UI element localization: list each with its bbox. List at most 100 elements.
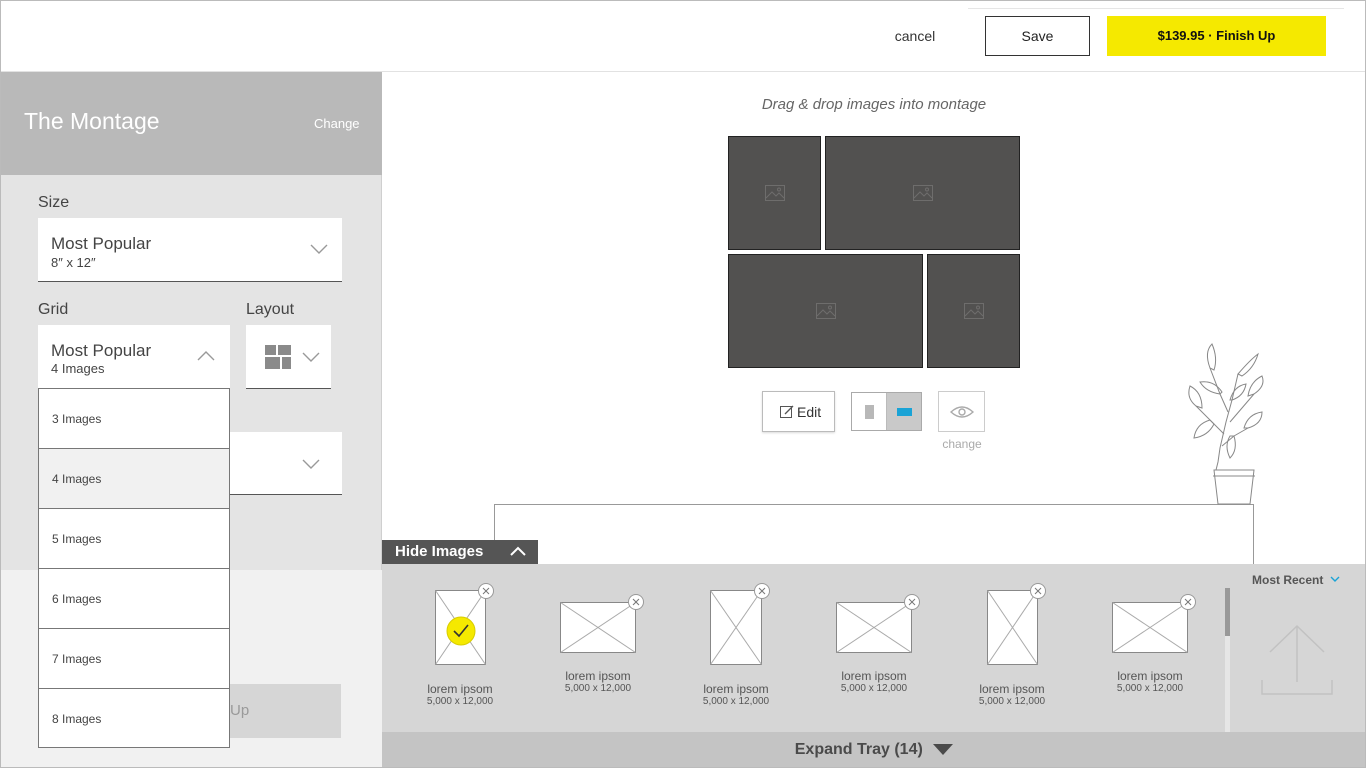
tray-image-name: lorem ipsom (1117, 669, 1183, 683)
divider (968, 8, 1344, 9)
image-placeholder-icon (764, 185, 785, 201)
grid-label: Grid (38, 301, 69, 318)
layout-select[interactable] (246, 325, 331, 389)
tray-image[interactable] (987, 590, 1038, 665)
grid-option[interactable]: 3 Images (38, 388, 230, 448)
landscape-option[interactable] (887, 393, 921, 430)
remove-image-button[interactable] (1030, 583, 1046, 599)
tray-image[interactable] (1112, 602, 1188, 653)
sidebar-action-button[interactable]: Up (230, 684, 341, 738)
tray-image[interactable] (560, 602, 636, 653)
product-title: The Montage (24, 108, 160, 134)
grid-option[interactable]: 4 Images (38, 448, 230, 508)
tray-image-size: 5,000 x 12,000 (702, 696, 770, 707)
size-subvalue: 8″ x 12″ (51, 255, 96, 270)
grid-option[interactable]: 7 Images (38, 628, 230, 688)
grid-select[interactable]: Most Popular 4 Images (38, 325, 230, 389)
hide-images-tab[interactable]: Hide Images (382, 540, 538, 564)
remove-image-button[interactable] (754, 583, 770, 599)
preview-button[interactable] (938, 391, 985, 432)
finish-up-button[interactable]: $139.95 · Finish Up (1107, 16, 1326, 56)
grid-option[interactable]: 5 Images (38, 508, 230, 568)
cancel-button[interactable]: cancel (880, 16, 950, 56)
tray-image-name: lorem ipsom (427, 682, 493, 696)
edit-label: Edit (797, 404, 822, 420)
expand-tray-label: Expand Tray (14) (794, 741, 923, 758)
tray-image-size: 5,000 x 12,000 (840, 683, 908, 694)
eye-icon (950, 406, 974, 418)
hide-images-label: Hide Images (395, 543, 484, 560)
montage-slot[interactable] (927, 254, 1020, 368)
tray-image-caption: lorem ipsom 5,000 x 12,000 (400, 682, 520, 707)
grid-option[interactable]: 8 Images (38, 688, 230, 748)
caret-down-icon (933, 744, 954, 755)
tray-image-size: 5,000 x 12,000 (978, 696, 1046, 707)
checkmark-icon (446, 616, 476, 646)
montage-slot[interactable] (825, 136, 1020, 250)
pencil-icon (780, 405, 794, 418)
portrait-icon (865, 405, 874, 419)
chevron-down-icon (310, 244, 328, 254)
option-select[interactable] (230, 432, 342, 495)
tray-image-size: 5,000 x 12,000 (426, 696, 494, 707)
tray-image-name: lorem ipsom (703, 682, 769, 696)
landscape-icon (897, 408, 912, 416)
tray-image-size: 5,000 x 12,000 (564, 683, 632, 694)
close-icon (632, 598, 640, 606)
chevron-down-icon (1330, 576, 1340, 582)
close-icon (1034, 587, 1042, 595)
image-placeholder-icon (815, 303, 836, 319)
upload-arrow-icon[interactable] (1260, 622, 1334, 696)
preview-change-label: change (942, 437, 982, 451)
expand-tray-button[interactable]: Expand Tray (14) (382, 732, 1366, 768)
grid-option[interactable]: 6 Images (38, 568, 230, 628)
tray-image[interactable] (710, 590, 762, 665)
tray-image-name: lorem ipsom (979, 682, 1045, 696)
remove-image-button[interactable] (478, 583, 494, 599)
montage-slot[interactable] (728, 136, 821, 250)
grid-subvalue: 4 Images (51, 361, 105, 376)
montage-slot[interactable] (728, 254, 923, 368)
plant-illustration (1188, 343, 1264, 505)
layout-grid-icon (265, 345, 291, 369)
tray-image-caption: lorem ipsom 5,000 x 12,000 (1090, 669, 1210, 694)
image-placeholder-icon (560, 602, 636, 653)
sidebar-action-label: Up (230, 702, 250, 719)
close-icon (908, 598, 916, 606)
close-icon (758, 587, 766, 595)
drop-hint: Drag & drop images into montage (761, 96, 987, 113)
size-select[interactable]: Most Popular 8″ x 12″ (38, 218, 342, 282)
close-icon (1184, 598, 1192, 606)
chevron-down-icon (302, 352, 320, 362)
edit-button[interactable]: Edit (762, 391, 835, 432)
remove-image-button[interactable] (628, 594, 644, 610)
sort-dropdown[interactable]: Most Recent (1252, 573, 1340, 587)
change-product-link[interactable]: Change (314, 116, 360, 131)
image-placeholder-icon (710, 590, 762, 665)
tray-image[interactable] (836, 602, 912, 653)
layout-label: Layout (246, 301, 295, 318)
grid-dropdown: 3 Images 4 Images 5 Images 6 Images 7 Im… (38, 388, 230, 748)
tray-image-size: 5,000 x 12,000 (1116, 683, 1184, 694)
size-label: Size (38, 194, 70, 211)
size-value: Most Popular (51, 234, 152, 253)
save-button[interactable]: Save (985, 16, 1090, 56)
close-icon (482, 587, 490, 595)
image-placeholder-icon (963, 303, 984, 319)
image-placeholder-icon (836, 602, 912, 653)
orientation-toggle (851, 392, 922, 431)
chevron-down-icon (302, 459, 320, 469)
sort-label: Most Recent (1252, 573, 1324, 587)
chevron-up-icon (510, 546, 526, 556)
tray-scrollbar-thumb[interactable] (1225, 588, 1230, 636)
image-placeholder-icon (912, 185, 933, 201)
portrait-option[interactable] (852, 393, 887, 430)
tray-image[interactable] (435, 590, 486, 665)
tray-image-name: lorem ipsom (565, 669, 631, 683)
remove-image-button[interactable] (904, 594, 920, 610)
remove-image-button[interactable] (1180, 594, 1196, 610)
tray-image-caption: lorem ipsom 5,000 x 12,000 (676, 682, 796, 707)
tray-image-caption: lorem ipsom 5,000 x 12,000 (538, 669, 658, 694)
tray-image-name: lorem ipsom (841, 669, 907, 683)
image-placeholder-icon (987, 590, 1038, 665)
